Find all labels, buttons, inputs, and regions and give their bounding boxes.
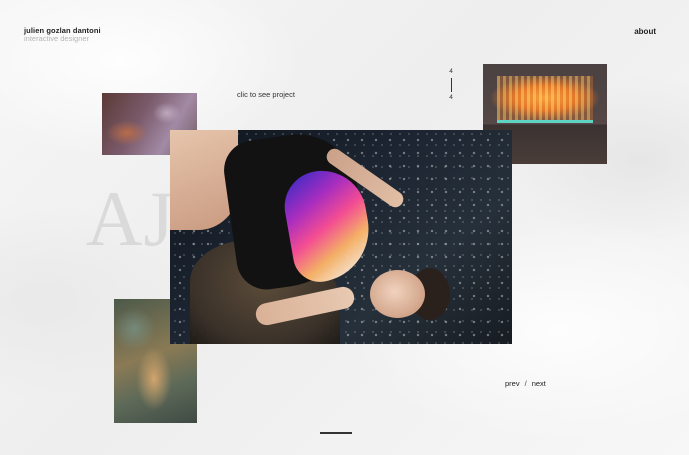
scroll-indicator[interactable]: [320, 432, 352, 434]
photo-face: [370, 270, 425, 318]
thumbnail-light-stripes: [497, 76, 593, 123]
project-main-photo[interactable]: [170, 130, 512, 344]
counter-total: 4: [449, 94, 453, 101]
brand[interactable]: julien gozlan dantoni interactive design…: [24, 27, 101, 43]
prev-button[interactable]: prev: [505, 379, 520, 388]
brand-role: interactive designer: [24, 33, 90, 43]
counter-divider: [450, 78, 452, 92]
pager: prev / next: [505, 379, 546, 388]
about-link[interactable]: about: [634, 27, 656, 36]
project-counter: 4 4: [446, 68, 456, 102]
counter-current: 4: [449, 68, 453, 75]
pager-separator: /: [524, 379, 527, 388]
see-project-link[interactable]: clic to see project: [237, 90, 295, 99]
next-button[interactable]: next: [532, 379, 546, 388]
